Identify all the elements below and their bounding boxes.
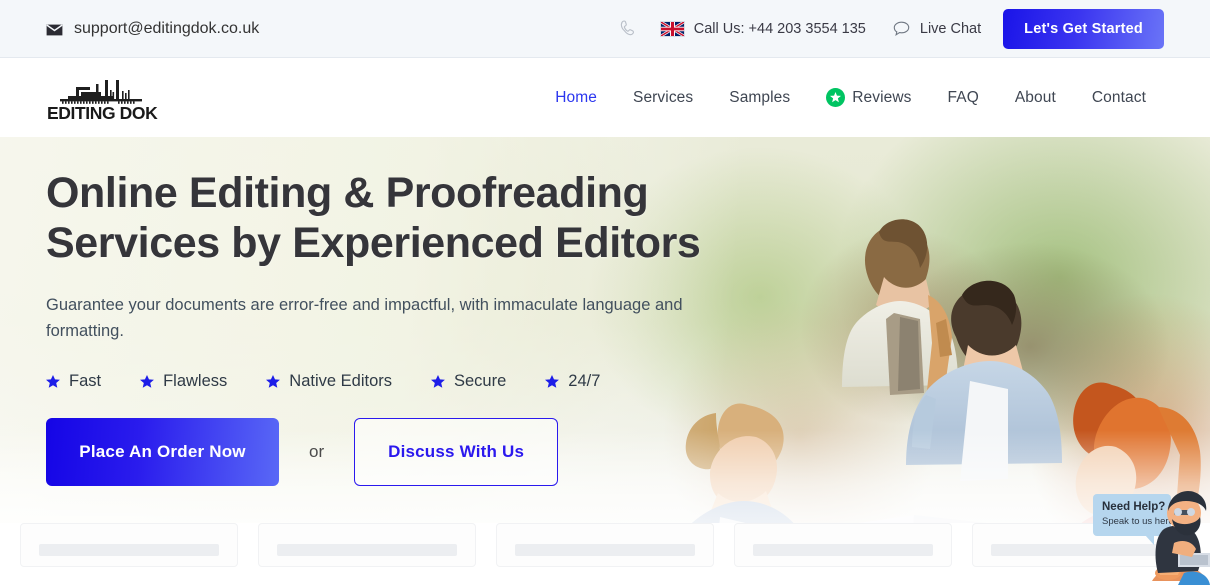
nav-link-services[interactable]: Services [615,89,711,107]
nav-link-faq[interactable]: FAQ [930,89,997,107]
star-icon [545,374,560,389]
main-navigation-bar: EDITING DOK Home Services Samples Review… [0,58,1210,137]
feature-item-flawless: Flawless [140,372,227,391]
topbar-contact-email[interactable]: support@editingdok.co.uk [46,20,259,38]
hero-subtitle: Guarantee your documents are error-free … [46,296,683,340]
hero-headline: Online Editing & Proofreading Services b… [46,169,701,267]
hero-content: Online Editing & Proofreading Services b… [0,137,1210,486]
feature-item-fast: Fast [46,372,101,391]
call-us-text[interactable]: Call Us: +44 203 3554 135 [694,21,866,37]
nav-link-about[interactable]: About [997,89,1074,107]
nav-link-reviews-label: Reviews [852,88,912,106]
place-order-button[interactable]: Place An Order Now [46,418,279,486]
support-agent-illustration[interactable] [1148,489,1210,585]
feature-cards-row [0,523,1210,585]
topbar-email-text: support@editingdok.co.uk [74,19,260,37]
hero-section: Online Editing & Proofreading Services b… [0,137,1210,550]
feature-item-native-editors: Native Editors [266,372,392,391]
nav-link-samples[interactable]: Samples [711,89,808,107]
hero-feature-list: Fast Flawless Native Editors Secure 24/7 [46,372,1210,391]
top-utility-bar: support@editingdok.co.uk Call Us: +44 20… [0,0,1210,58]
next-section-peek [0,523,1210,585]
feature-card[interactable] [496,523,714,567]
star-icon [431,374,445,389]
trustpilot-star-icon [826,88,846,107]
star-icon [140,374,154,389]
speech-bubble-icon[interactable] [893,21,910,37]
feature-item-247: 24/7 [545,372,600,391]
discuss-with-us-button[interactable]: Discuss With Us [354,418,559,486]
uk-flag-icon [659,20,685,37]
landing-page: support@editingdok.co.uk Call Us: +44 20… [0,0,1210,585]
nav-link-home[interactable]: Home [537,89,615,107]
site-logo[interactable]: EDITING DOK [46,76,170,120]
feature-label: 24/7 [568,372,601,390]
topbar-actions: Call Us: +44 203 3554 135 Live Chat Let'… [620,8,1210,49]
star-icon [266,374,281,389]
lets-get-started-button[interactable]: Let's Get Started [1003,8,1164,49]
hero-cta-group: Place An Order Now or Discuss With Us [46,418,1210,486]
nav-link-reviews[interactable]: Reviews [808,88,929,107]
nav-links: Home Services Samples Reviews FAQ About … [537,88,1164,107]
cta-divider-text: or [309,442,325,461]
live-chat-label[interactable]: Live Chat [920,21,981,37]
feature-label: Fast [69,372,102,390]
star-icon [46,374,60,389]
feature-card[interactable] [20,523,238,567]
feature-item-secure: Secure [431,372,506,391]
feature-card[interactable] [258,523,476,567]
mail-icon [46,23,63,35]
live-chat-widget[interactable]: Need Help? Speak to us here! [1085,487,1210,585]
svg-text:EDITING DOK: EDITING DOK [47,103,158,120]
feature-label: Native Editors [289,372,392,390]
feature-label: Secure [454,372,507,390]
feature-card[interactable] [734,523,952,567]
nav-link-contact[interactable]: Contact [1074,89,1164,107]
feature-label: Flawless [163,372,228,390]
phone-icon [620,19,634,38]
